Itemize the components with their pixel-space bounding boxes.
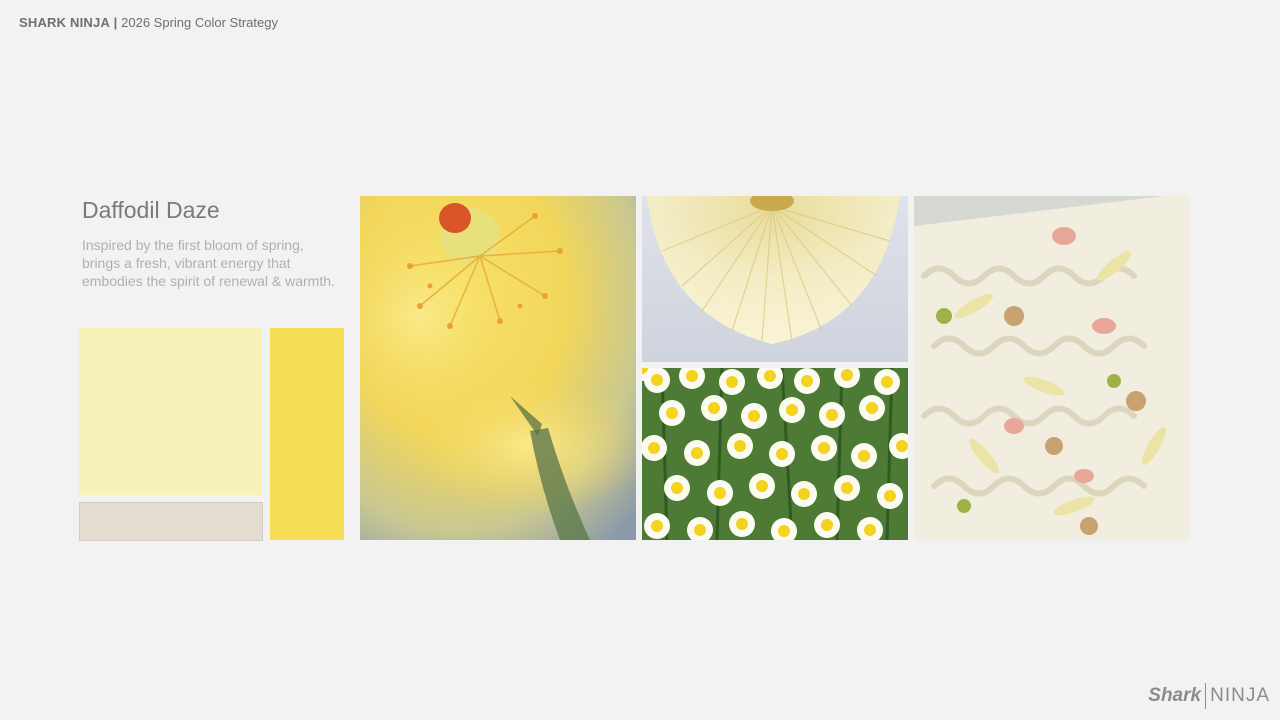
logo-shark: Shark (1148, 685, 1202, 706)
description-line: embodies the spirit of renewal & warmth. (82, 273, 335, 289)
mushroom-photo-icon (642, 196, 908, 362)
swatch-pale-yellow (79, 328, 262, 495)
shark-ninja-logo: Shark NINJA (1148, 682, 1270, 710)
floral-tart-photo (914, 196, 1190, 540)
header-separator: | (113, 15, 118, 30)
palette-description: Inspired by the first bloom of spring, b… (82, 236, 357, 290)
palette-title: Daffodil Daze (82, 197, 220, 223)
flower-photo-icon (360, 196, 636, 540)
daffodil-field-photo-icon (642, 368, 908, 540)
description-line: brings a fresh, vibrant energy that (82, 255, 291, 271)
header-subtitle: 2026 Spring Color Strategy (121, 15, 278, 30)
yellow-flower-closeup-photo (360, 196, 636, 540)
logo-ninja: NINJA (1210, 685, 1270, 706)
header-brand: SHARK NINJA (19, 15, 111, 30)
daffodil-field-photo (642, 368, 908, 540)
logo-divider (1205, 683, 1207, 709)
swatch-daffodil-yellow (270, 328, 344, 540)
ruffled-mushroom-photo (642, 196, 908, 362)
header: SHARK NINJA | 2026 Spring Color Strategy (19, 15, 278, 30)
dessert-photo-icon (914, 196, 1190, 540)
description-line: Inspired by the first bloom of spring, (82, 237, 304, 253)
swatch-warm-stone (79, 502, 263, 541)
